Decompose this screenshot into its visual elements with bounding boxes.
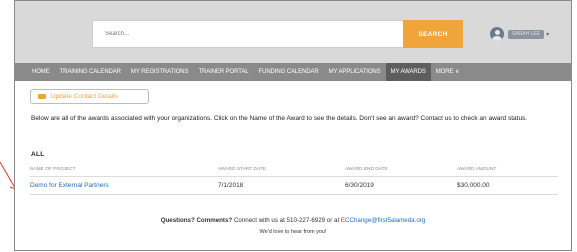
site-header: SEARCH SARAH LEE ▾ [15, 1, 571, 63]
nav-item-funding-calendar[interactable]: FUNDING CALENDAR [254, 63, 324, 81]
column-header-start-date: AWARD START DATE [218, 167, 266, 172]
award-project-link[interactable]: Demo for External Partners [30, 182, 109, 189]
contact-card-icon [38, 94, 46, 99]
user-menu[interactable]: SARAH LEE ▾ [490, 26, 549, 42]
nav-item-my-registrations[interactable]: MY REGISTRATIONS [126, 63, 194, 81]
award-end-date: 6/30/2019 [345, 182, 374, 189]
nav-item-home[interactable]: HOME [27, 63, 55, 81]
footer-tagline: We'd love to hear from you! [259, 229, 327, 235]
user-name: SARAH LEE [508, 29, 545, 39]
nav-item-training-calendar[interactable]: TRAINING CALENDAR [55, 63, 126, 81]
nav-item-my-awards[interactable]: MY AWARDS [385, 63, 431, 81]
table-divider [30, 176, 558, 177]
chevron-down-icon: ▾ [546, 31, 550, 38]
award-amount: $30,000.00 [457, 182, 490, 189]
update-contact-details-label: Update Contact Details [51, 93, 118, 100]
main-nav: HOME TRAINING CALENDAR MY REGISTRATIONS … [15, 63, 571, 81]
nav-item-my-applications[interactable]: MY APPLICATIONS [324, 63, 386, 81]
search-input[interactable] [93, 21, 384, 47]
search-button[interactable]: SEARCH [403, 20, 463, 48]
footer-email-link[interactable]: ECChange@first5alameda.org [341, 217, 425, 224]
footer-question: Questions? Comments? [160, 217, 233, 224]
award-start-date: 7/1/2018 [218, 182, 244, 189]
table-divider [30, 194, 558, 195]
nav-item-more[interactable]: MORE ∨ [431, 63, 464, 81]
browser-page: SEARCH SARAH LEE ▾ HOME TRAINING CALENDA… [14, 0, 572, 251]
column-header-project: NAME OF PROJECT [30, 167, 76, 172]
intro-text: Below are all of the awards associated w… [31, 115, 528, 122]
column-header-amount: AWARD AMOUNT [457, 167, 497, 172]
search-bar: SEARCH [92, 20, 463, 48]
footer-contact: Questions? Comments? Connect with us at … [15, 217, 571, 224]
nav-item-trainer-portal[interactable]: TRAINER PORTAL [193, 63, 253, 81]
avatar-icon [490, 27, 504, 41]
section-title: ALL [31, 151, 45, 158]
column-header-end-date: AWARD END DATE [345, 167, 388, 172]
update-contact-details-button[interactable]: Update Contact Details [30, 89, 149, 104]
footer-connect-text: Connect with us at 510-227-6929 or at [232, 217, 341, 224]
